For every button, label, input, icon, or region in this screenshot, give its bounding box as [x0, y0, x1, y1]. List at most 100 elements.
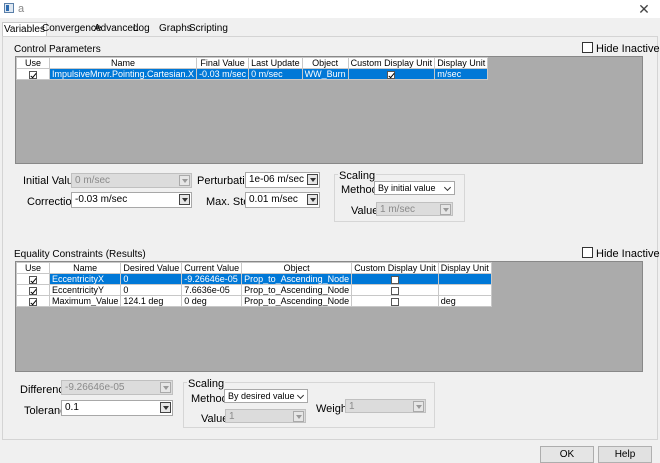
units-dropdown-icon[interactable] — [307, 194, 318, 205]
hide-inactive-checkbox[interactable] — [582, 247, 593, 258]
control-method-select[interactable]: By initial value — [374, 181, 455, 195]
units-dropdown-icon — [160, 382, 171, 393]
equality-hide-inactive[interactable]: Hide Inactive — [582, 247, 660, 260]
control-header-row: Use Name Final Value Last Update Object … — [16, 57, 489, 69]
weight-field: 1 — [345, 399, 426, 413]
col-use[interactable]: Use — [16, 57, 50, 69]
equality-constraints-title: Equality Constraints (Results) — [14, 249, 146, 260]
use-cell[interactable] — [16, 295, 50, 307]
col-object[interactable]: Object — [301, 57, 349, 69]
equality-header-row: Use Name Desired Value Current Value Obj… — [16, 262, 492, 274]
custom-display-unit-cell[interactable] — [351, 284, 439, 296]
desired-value-cell[interactable]: 124.1 deg — [120, 295, 183, 307]
tab-scripting[interactable]: Scripting — [188, 22, 229, 36]
equality-method-select[interactable]: By desired value — [224, 389, 308, 403]
equality-scaling-value-field: 1 — [225, 409, 306, 423]
custom-display-unit-checkbox[interactable] — [390, 286, 399, 295]
use-cell[interactable] — [16, 284, 50, 296]
display-unit-cell[interactable] — [437, 273, 492, 285]
control-scaling-value-field: 1 m/sec — [376, 202, 453, 216]
difference-field: -9.26646e-05 — [61, 380, 173, 395]
current-value-cell: 7.6636e-05 — [181, 284, 243, 296]
control-hide-inactive[interactable]: Hide Inactive — [582, 42, 660, 55]
name-cell[interactable]: ImpulsiveMnvr.Pointing.Cartesian.X — [48, 68, 198, 80]
col-use[interactable]: Use — [16, 262, 50, 274]
use-checkbox[interactable] — [29, 275, 37, 284]
table-row[interactable]: Maximum_Value 124.1 deg 0 deg Prop_to_As… — [16, 295, 492, 307]
tolerance-text: 0.1 — [65, 402, 79, 413]
display-unit-cell[interactable]: deg — [437, 295, 492, 307]
help-button[interactable]: Help — [598, 446, 652, 463]
correction-text: -0.03 m/sec — [75, 194, 128, 205]
col-display-unit[interactable]: Display Unit — [434, 57, 489, 69]
object-cell: WW_Burn — [301, 68, 349, 80]
col-display-unit[interactable]: Display Unit — [437, 262, 492, 274]
use-checkbox[interactable] — [29, 70, 37, 79]
units-dropdown-icon — [293, 411, 304, 422]
tolerance-field[interactable]: 0.1 — [61, 400, 173, 416]
custom-display-unit-cell[interactable] — [351, 295, 439, 307]
object-cell: Prop_to_Ascending_Node — [241, 284, 353, 296]
max-step-text: 0.01 m/sec — [249, 194, 298, 205]
equality-constraints-grid: Use Name Desired Value Current Value Obj… — [15, 261, 643, 372]
ok-button[interactable]: OK — [540, 446, 594, 463]
tab-log[interactable]: Log — [132, 22, 151, 36]
name-cell[interactable]: Maximum_Value — [48, 295, 122, 307]
custom-display-unit-checkbox[interactable] — [387, 70, 396, 79]
units-dropdown-icon — [440, 204, 451, 215]
custom-display-unit-cell[interactable] — [351, 273, 439, 285]
col-current-value[interactable]: Current Value — [181, 262, 243, 274]
current-value-cell: 0 deg — [181, 295, 243, 307]
initial-value-text: 0 m/sec — [75, 175, 111, 186]
current-value-cell: -9.26646e-05 — [181, 273, 243, 285]
control-parameters-title: Control Parameters — [14, 44, 101, 55]
units-dropdown-icon[interactable] — [179, 194, 190, 205]
custom-display-unit-checkbox[interactable] — [390, 275, 399, 284]
correction-field[interactable]: -0.03 m/sec — [71, 192, 192, 208]
custom-display-unit-cell[interactable] — [347, 68, 436, 80]
control-parameters-grid: Use Name Final Value Last Update Object … — [15, 56, 643, 164]
perturbation-field[interactable]: 1e-06 m/sec — [245, 172, 320, 188]
display-unit-cell[interactable] — [437, 284, 492, 296]
close-icon[interactable]: ✕ — [636, 1, 652, 17]
max-step-field[interactable]: 0.01 m/sec — [245, 192, 320, 208]
window-title: a — [18, 3, 25, 15]
col-name[interactable]: Name — [48, 57, 198, 69]
hide-inactive-checkbox[interactable] — [582, 42, 593, 53]
units-dropdown-icon[interactable] — [307, 174, 318, 185]
use-cell[interactable] — [16, 68, 50, 80]
col-custom-display-unit[interactable]: Custom Display Unit — [347, 57, 436, 69]
col-object[interactable]: Object — [241, 262, 353, 274]
name-cell[interactable]: EccentricityY — [48, 284, 122, 296]
title-bar: a ✕ — [0, 0, 660, 18]
col-last-update[interactable]: Last Update — [248, 57, 303, 69]
use-cell[interactable] — [16, 273, 50, 285]
equality-scaling-value-text: 1 — [229, 411, 235, 422]
units-dropdown-icon — [179, 175, 190, 186]
table-row[interactable]: EccentricityY 0 7.6636e-05 Prop_to_Ascen… — [16, 284, 492, 296]
use-checkbox[interactable] — [29, 297, 37, 306]
final-value-cell: -0.03 m/sec — [196, 68, 250, 80]
initial-value-field: 0 m/sec — [71, 173, 192, 188]
units-dropdown-icon[interactable] — [160, 402, 171, 413]
use-checkbox[interactable] — [29, 286, 37, 295]
col-final-value[interactable]: Final Value — [196, 57, 250, 69]
object-cell: Prop_to_Ascending_Node — [241, 295, 353, 307]
difference-text: -9.26646e-05 — [65, 382, 125, 393]
display-unit-cell[interactable]: m/sec — [434, 68, 489, 80]
col-desired-value[interactable]: Desired Value — [120, 262, 183, 274]
col-custom-display-unit[interactable]: Custom Display Unit — [351, 262, 439, 274]
app-icon — [4, 3, 14, 13]
desired-value-cell[interactable]: 0 — [120, 273, 183, 285]
object-cell: Prop_to_Ascending_Node — [241, 273, 353, 285]
hide-inactive-label: Hide Inactive — [596, 43, 660, 55]
col-name[interactable]: Name — [48, 262, 122, 274]
custom-display-unit-checkbox[interactable] — [390, 297, 399, 306]
weight-text: 1 — [349, 401, 355, 412]
name-cell[interactable]: EccentricityX — [48, 273, 122, 285]
hide-inactive-label: Hide Inactive — [596, 248, 660, 260]
desired-value-cell[interactable]: 0 — [120, 284, 183, 296]
table-row[interactable]: EccentricityX 0 -9.26646e-05 Prop_to_Asc… — [16, 273, 492, 285]
control-scaling-title: Scaling — [338, 170, 377, 182]
table-row[interactable]: ImpulsiveMnvr.Pointing.Cartesian.X -0.03… — [16, 68, 489, 80]
